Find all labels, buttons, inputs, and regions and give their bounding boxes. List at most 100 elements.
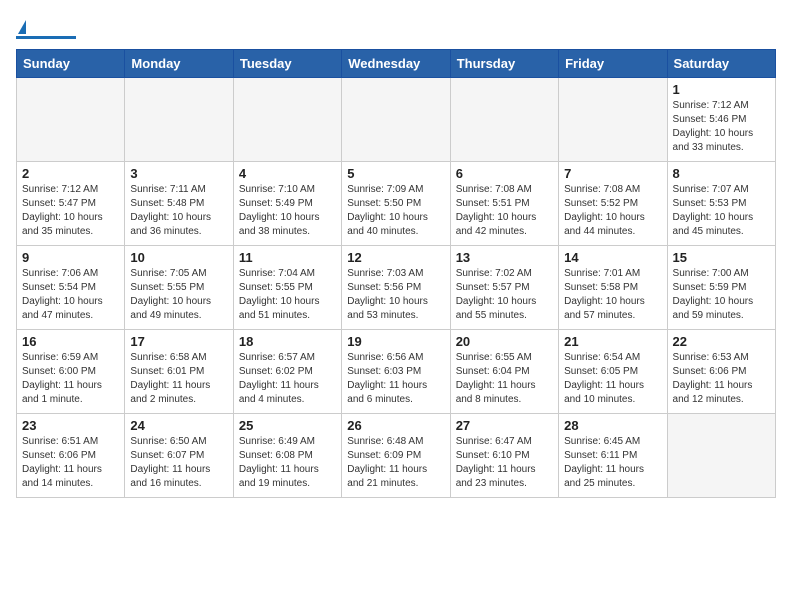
day-number: 11 bbox=[239, 250, 336, 265]
day-info: Sunrise: 7:10 AM Sunset: 5:49 PM Dayligh… bbox=[239, 183, 336, 239]
calendar-cell bbox=[559, 78, 667, 162]
day-number: 25 bbox=[239, 418, 336, 433]
day-number: 16 bbox=[22, 334, 119, 349]
day-info: Sunrise: 7:02 AM Sunset: 5:57 PM Dayligh… bbox=[456, 267, 553, 323]
day-info: Sunrise: 7:12 AM Sunset: 5:46 PM Dayligh… bbox=[673, 99, 770, 155]
day-number: 7 bbox=[564, 166, 661, 181]
day-info: Sunrise: 7:12 AM Sunset: 5:47 PM Dayligh… bbox=[22, 183, 119, 239]
calendar-cell: 9 Sunrise: 7:06 AM Sunset: 5:54 PM Daylig… bbox=[17, 246, 125, 330]
calendar-week-row: 9 Sunrise: 7:06 AM Sunset: 5:54 PM Daylig… bbox=[17, 246, 776, 330]
col-header-sunday: Sunday bbox=[17, 50, 125, 78]
calendar-cell bbox=[125, 78, 233, 162]
calendar-table: SundayMondayTuesdayWednesdayThursdayFrid… bbox=[16, 49, 776, 498]
calendar-cell bbox=[233, 78, 341, 162]
day-info: Sunrise: 6:47 AM Sunset: 6:10 PM Dayligh… bbox=[456, 435, 553, 491]
day-number: 26 bbox=[347, 418, 444, 433]
day-number: 10 bbox=[130, 250, 227, 265]
day-info: Sunrise: 6:58 AM Sunset: 6:01 PM Dayligh… bbox=[130, 351, 227, 407]
calendar-week-row: 23Sunrise: 6:51 AM Sunset: 6:06 PM Dayli… bbox=[17, 414, 776, 498]
day-number: 17 bbox=[130, 334, 227, 349]
day-number: 27 bbox=[456, 418, 553, 433]
day-info: Sunrise: 7:08 AM Sunset: 5:51 PM Dayligh… bbox=[456, 183, 553, 239]
day-number: 19 bbox=[347, 334, 444, 349]
calendar-week-row: 16 Sunrise: 6:59 AM Sunset: 6:00 PM Dayli… bbox=[17, 330, 776, 414]
calendar-cell: 13 Sunrise: 7:02 AM Sunset: 5:57 PM Dayli… bbox=[450, 246, 558, 330]
day-info: Sunrise: 6:45 AM Sunset: 6:11 PM Dayligh… bbox=[564, 435, 661, 491]
day-info: Sunrise: 7:01 AM Sunset: 5:58 PM Dayligh… bbox=[564, 267, 661, 323]
page-header bbox=[16, 16, 776, 39]
calendar-cell: 23Sunrise: 6:51 AM Sunset: 6:06 PM Dayli… bbox=[17, 414, 125, 498]
calendar-cell: 11 Sunrise: 7:04 AM Sunset: 5:55 PM Dayli… bbox=[233, 246, 341, 330]
day-info: Sunrise: 6:57 AM Sunset: 6:02 PM Dayligh… bbox=[239, 351, 336, 407]
calendar-cell: 4 Sunrise: 7:10 AM Sunset: 5:49 PM Daylig… bbox=[233, 162, 341, 246]
day-info: Sunrise: 6:59 AM Sunset: 6:00 PM Dayligh… bbox=[22, 351, 119, 407]
col-header-saturday: Saturday bbox=[667, 50, 775, 78]
calendar-cell: 17 Sunrise: 6:58 AM Sunset: 6:01 PM Dayli… bbox=[125, 330, 233, 414]
day-info: Sunrise: 7:07 AM Sunset: 5:53 PM Dayligh… bbox=[673, 183, 770, 239]
col-header-friday: Friday bbox=[559, 50, 667, 78]
calendar-cell: 22 Sunrise: 6:53 AM Sunset: 6:06 PM Dayli… bbox=[667, 330, 775, 414]
day-info: Sunrise: 6:55 AM Sunset: 6:04 PM Dayligh… bbox=[456, 351, 553, 407]
col-header-wednesday: Wednesday bbox=[342, 50, 450, 78]
logo-underline bbox=[16, 36, 76, 39]
calendar-header-row: SundayMondayTuesdayWednesdayThursdayFrid… bbox=[17, 50, 776, 78]
calendar-cell: 16 Sunrise: 6:59 AM Sunset: 6:00 PM Dayli… bbox=[17, 330, 125, 414]
calendar-cell: 6 Sunrise: 7:08 AM Sunset: 5:51 PM Daylig… bbox=[450, 162, 558, 246]
day-number: 24 bbox=[130, 418, 227, 433]
calendar-cell: 8 Sunrise: 7:07 AM Sunset: 5:53 PM Daylig… bbox=[667, 162, 775, 246]
day-number: 18 bbox=[239, 334, 336, 349]
calendar-cell: 20 Sunrise: 6:55 AM Sunset: 6:04 PM Dayli… bbox=[450, 330, 558, 414]
calendar-cell: 7 Sunrise: 7:08 AM Sunset: 5:52 PM Daylig… bbox=[559, 162, 667, 246]
calendar-cell: 21Sunrise: 6:54 AM Sunset: 6:05 PM Dayli… bbox=[559, 330, 667, 414]
day-info: Sunrise: 6:53 AM Sunset: 6:06 PM Dayligh… bbox=[673, 351, 770, 407]
logo bbox=[16, 20, 76, 39]
calendar-cell bbox=[17, 78, 125, 162]
col-header-thursday: Thursday bbox=[450, 50, 558, 78]
day-number: 13 bbox=[456, 250, 553, 265]
calendar-cell: 28 Sunrise: 6:45 AM Sunset: 6:11 PM Dayli… bbox=[559, 414, 667, 498]
calendar-cell: 12 Sunrise: 7:03 AM Sunset: 5:56 PM Dayli… bbox=[342, 246, 450, 330]
day-info: Sunrise: 6:50 AM Sunset: 6:07 PM Dayligh… bbox=[130, 435, 227, 491]
calendar-cell bbox=[342, 78, 450, 162]
calendar-cell: 24 Sunrise: 6:50 AM Sunset: 6:07 PM Dayli… bbox=[125, 414, 233, 498]
day-number: 2 bbox=[22, 166, 119, 181]
day-number: 3 bbox=[130, 166, 227, 181]
calendar-cell: 25 Sunrise: 6:49 AM Sunset: 6:08 PM Dayli… bbox=[233, 414, 341, 498]
calendar-cell: 1 Sunrise: 7:12 AM Sunset: 5:46 PM Daylig… bbox=[667, 78, 775, 162]
day-info: Sunrise: 7:08 AM Sunset: 5:52 PM Dayligh… bbox=[564, 183, 661, 239]
day-number: 6 bbox=[456, 166, 553, 181]
day-number: 1 bbox=[673, 82, 770, 97]
calendar-cell: 27 Sunrise: 6:47 AM Sunset: 6:10 PM Dayli… bbox=[450, 414, 558, 498]
day-info: Sunrise: 6:56 AM Sunset: 6:03 PM Dayligh… bbox=[347, 351, 444, 407]
day-number: 28 bbox=[564, 418, 661, 433]
calendar-cell bbox=[450, 78, 558, 162]
calendar-cell: 5Sunrise: 7:09 AM Sunset: 5:50 PM Daylig… bbox=[342, 162, 450, 246]
day-number: 22 bbox=[673, 334, 770, 349]
calendar-week-row: 1 Sunrise: 7:12 AM Sunset: 5:46 PM Daylig… bbox=[17, 78, 776, 162]
day-info: Sunrise: 6:54 AM Sunset: 6:05 PM Dayligh… bbox=[564, 351, 661, 407]
day-info: Sunrise: 7:04 AM Sunset: 5:55 PM Dayligh… bbox=[239, 267, 336, 323]
day-info: Sunrise: 7:11 AM Sunset: 5:48 PM Dayligh… bbox=[130, 183, 227, 239]
calendar-cell: 14 Sunrise: 7:01 AM Sunset: 5:58 PM Dayli… bbox=[559, 246, 667, 330]
calendar-cell: 3 Sunrise: 7:11 AM Sunset: 5:48 PM Daylig… bbox=[125, 162, 233, 246]
calendar-cell: 18 Sunrise: 6:57 AM Sunset: 6:02 PM Dayli… bbox=[233, 330, 341, 414]
calendar-cell: 2 Sunrise: 7:12 AM Sunset: 5:47 PM Daylig… bbox=[17, 162, 125, 246]
day-number: 12 bbox=[347, 250, 444, 265]
day-number: 9 bbox=[22, 250, 119, 265]
day-number: 14 bbox=[564, 250, 661, 265]
logo-triangle-icon bbox=[18, 20, 26, 34]
calendar-week-row: 2 Sunrise: 7:12 AM Sunset: 5:47 PM Daylig… bbox=[17, 162, 776, 246]
day-info: Sunrise: 7:03 AM Sunset: 5:56 PM Dayligh… bbox=[347, 267, 444, 323]
day-number: 4 bbox=[239, 166, 336, 181]
day-info: Sunrise: 7:06 AM Sunset: 5:54 PM Dayligh… bbox=[22, 267, 119, 323]
day-info: Sunrise: 7:05 AM Sunset: 5:55 PM Dayligh… bbox=[130, 267, 227, 323]
day-number: 23 bbox=[22, 418, 119, 433]
day-number: 5 bbox=[347, 166, 444, 181]
day-info: Sunrise: 6:49 AM Sunset: 6:08 PM Dayligh… bbox=[239, 435, 336, 491]
calendar-cell: 26Sunrise: 6:48 AM Sunset: 6:09 PM Dayli… bbox=[342, 414, 450, 498]
day-info: Sunrise: 7:00 AM Sunset: 5:59 PM Dayligh… bbox=[673, 267, 770, 323]
day-number: 8 bbox=[673, 166, 770, 181]
calendar-cell: 10 Sunrise: 7:05 AM Sunset: 5:55 PM Dayli… bbox=[125, 246, 233, 330]
calendar-cell: 15Sunrise: 7:00 AM Sunset: 5:59 PM Dayli… bbox=[667, 246, 775, 330]
day-number: 20 bbox=[456, 334, 553, 349]
